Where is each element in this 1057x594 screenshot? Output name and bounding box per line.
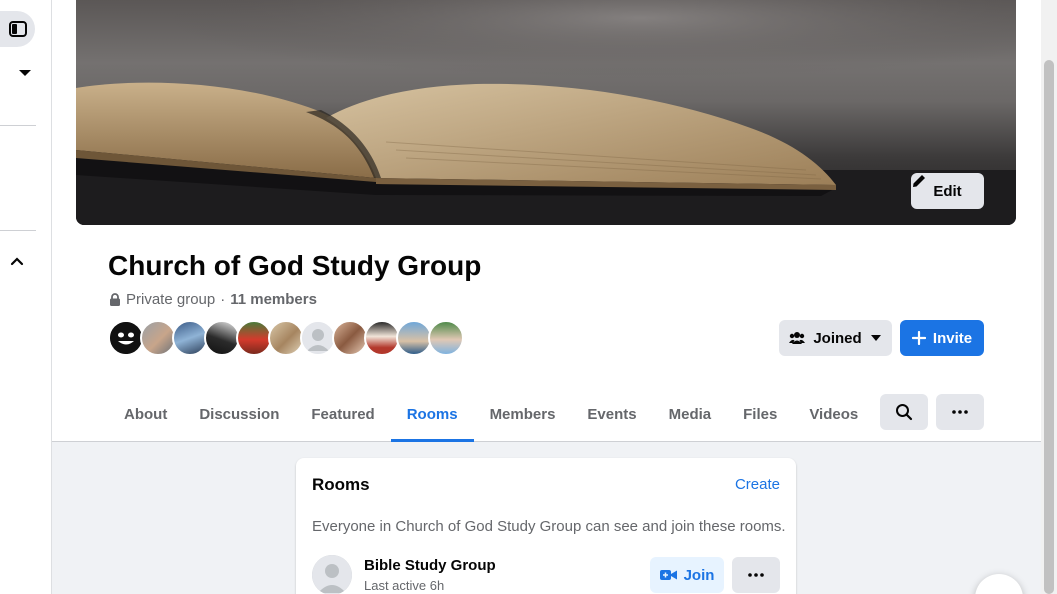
group-title[interactable]: Church of God Study Group bbox=[108, 250, 481, 282]
search-group-button[interactable] bbox=[880, 394, 928, 430]
avatar[interactable] bbox=[172, 320, 208, 356]
sidebar-expand-button[interactable] bbox=[16, 66, 34, 80]
avatar[interactable] bbox=[268, 320, 304, 356]
search-icon bbox=[896, 404, 913, 421]
more-icon bbox=[952, 410, 968, 414]
caret-down-icon bbox=[19, 70, 31, 76]
privacy-label[interactable]: Private group bbox=[126, 291, 215, 308]
avatar[interactable] bbox=[428, 320, 464, 356]
room-more-button[interactable] bbox=[732, 557, 780, 593]
group-tabs: About Discussion Featured Rooms Members … bbox=[108, 386, 874, 442]
sidebar-toggle-button[interactable] bbox=[0, 11, 35, 47]
sidebar-toggle-icon bbox=[8, 21, 27, 37]
room-avatar[interactable] bbox=[312, 555, 352, 594]
caret-down-icon bbox=[870, 335, 881, 341]
tab-featured[interactable]: Featured bbox=[295, 386, 390, 442]
join-room-button[interactable]: Join bbox=[650, 557, 724, 593]
avatar[interactable] bbox=[332, 320, 368, 356]
plus-icon bbox=[911, 331, 926, 345]
avatar[interactable] bbox=[236, 320, 272, 356]
meta-separator: · bbox=[220, 291, 226, 308]
joined-button[interactable]: Joined bbox=[779, 320, 892, 356]
avatar[interactable] bbox=[300, 320, 336, 356]
tab-events[interactable]: Events bbox=[571, 386, 652, 442]
avatar[interactable] bbox=[364, 320, 400, 356]
video-icon bbox=[659, 570, 677, 580]
more-options-button[interactable] bbox=[936, 394, 984, 430]
room-name[interactable]: Bible Study Group bbox=[364, 557, 496, 574]
member-avatars bbox=[108, 320, 464, 356]
avatar[interactable] bbox=[108, 320, 144, 356]
people-icon bbox=[789, 332, 806, 344]
create-room-link[interactable]: Create bbox=[735, 476, 780, 493]
joined-label: Joined bbox=[813, 329, 862, 347]
group-meta: Private group · 11 members bbox=[109, 291, 317, 308]
sidebar-divider bbox=[0, 125, 36, 126]
edit-cover-label: Edit bbox=[933, 182, 962, 200]
pencil-icon bbox=[913, 175, 925, 187]
avatar[interactable] bbox=[396, 320, 432, 356]
tab-about[interactable]: About bbox=[108, 386, 183, 442]
rooms-title: Rooms bbox=[312, 475, 370, 494]
rooms-card: Rooms Create Everyone in Church of God S… bbox=[296, 458, 796, 594]
scrollbar-thumb[interactable] bbox=[1044, 60, 1054, 594]
invite-label: Invite bbox=[932, 329, 973, 347]
tab-videos[interactable]: Videos bbox=[793, 386, 874, 442]
page: Edit Church of God Study Group Private g… bbox=[0, 0, 1057, 594]
lock-icon bbox=[110, 293, 120, 306]
avatar[interactable] bbox=[140, 320, 176, 356]
edit-cover-button[interactable]: Edit bbox=[911, 173, 984, 209]
member-count[interactable]: 11 members bbox=[230, 291, 317, 308]
rooms-description: Everyone in Church of God Study Group ca… bbox=[312, 518, 786, 535]
more-icon bbox=[748, 573, 764, 577]
avatar[interactable] bbox=[204, 320, 240, 356]
join-label: Join bbox=[683, 566, 715, 584]
left-sidebar bbox=[0, 0, 52, 594]
tab-media[interactable]: Media bbox=[653, 386, 728, 442]
tab-files[interactable]: Files bbox=[727, 386, 793, 442]
tab-discussion[interactable]: Discussion bbox=[183, 386, 295, 442]
new-message-button[interactable] bbox=[975, 574, 1023, 594]
chevron-up-icon bbox=[10, 257, 24, 266]
sidebar-collapse-button[interactable] bbox=[8, 253, 26, 269]
open-bible-image bbox=[76, 0, 1016, 225]
tab-rooms[interactable]: Rooms bbox=[390, 386, 474, 442]
cover-photo: Edit bbox=[76, 0, 1016, 225]
scrollbar[interactable] bbox=[1041, 0, 1057, 594]
invite-button[interactable]: Invite bbox=[900, 320, 984, 356]
room-last-active: Last active 6h bbox=[364, 578, 445, 593]
sidebar-divider bbox=[0, 230, 36, 231]
tab-members[interactable]: Members bbox=[474, 386, 572, 442]
